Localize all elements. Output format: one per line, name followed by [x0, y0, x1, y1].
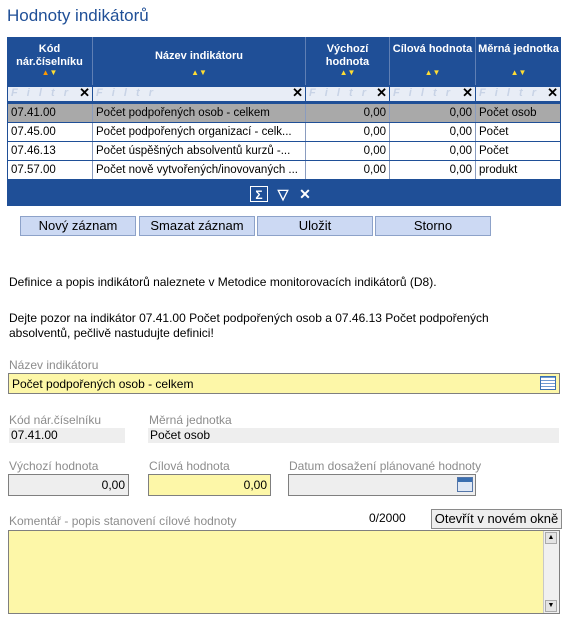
- table-cell: Počet úspěšných absolventů kurzů -...: [93, 142, 306, 160]
- warning-text-line1: Dejte pozor na indikátor 07.41.00 Počet …: [9, 311, 489, 325]
- new-record-button[interactable]: Nový záznam: [20, 216, 136, 236]
- column-header-target-value-label: Cílová hodnota: [392, 43, 473, 55]
- column-header-start-value[interactable]: Výchozí hodnota ▲▼: [306, 37, 390, 85]
- page-title: Hodnoty indikátorů: [7, 6, 149, 25]
- table-cell: Počet podpořených organizací - celk...: [93, 123, 306, 141]
- code-label: Kód nár.číselníku: [9, 413, 102, 427]
- clear-filter-icon[interactable]: ✕: [79, 85, 90, 101]
- table-cell: 0,00: [306, 161, 390, 179]
- code-value: 07.41.00: [9, 428, 125, 443]
- column-header-name[interactable]: Název indikátoru ▲▼: [93, 37, 306, 85]
- table-row[interactable]: 07.45.00 Počet podpořených organizací - c…: [8, 122, 560, 141]
- filter-row: F i l t r ✕ F i l t r ✕ F i l t r ✕ F i l t…: [8, 85, 560, 101]
- table-row[interactable]: 07.57.00 Počet nově vytvořených/inovovaný…: [8, 160, 560, 179]
- table-cell: 07.41.00: [8, 104, 93, 122]
- column-header-unit[interactable]: Měrná jednotka ▲▼: [476, 37, 561, 85]
- column-header-start-value-label: Výchozí hodnota: [325, 43, 370, 68]
- table-cell: 0,00: [306, 104, 390, 122]
- column-header-code[interactable]: Kód nár.číselníku ▲▼: [7, 37, 93, 85]
- filter-icon[interactable]: ▽: [274, 186, 292, 202]
- table-cell: Počet nově vytvořených/inovovaných ...: [93, 161, 306, 179]
- name-value: Počet podpořených osob - celkem: [12, 377, 194, 391]
- target-value-label: Cílová hodnota: [149, 459, 230, 473]
- name-select[interactable]: Počet podpořených osob - celkem: [8, 373, 560, 394]
- calendar-icon[interactable]: [457, 477, 473, 492]
- table-row[interactable]: 07.46.13 Počet úspěšných absolventů kurzů…: [8, 141, 560, 160]
- sort-icon[interactable]: ▲▼: [7, 68, 92, 77]
- filter-placeholder: F i l t r: [11, 87, 71, 99]
- table-cell: 0,00: [306, 142, 390, 160]
- clear-filters-icon[interactable]: ✕: [296, 186, 314, 202]
- indicator-grid: Kód nár.číselníku ▲▼ Název indikátoru ▲▼…: [7, 37, 561, 206]
- sum-icon[interactable]: Σ: [250, 186, 268, 202]
- info-text: Definice a popis indikátorů naleznete v …: [9, 275, 437, 289]
- table-cell: 0,00: [390, 123, 476, 141]
- filter-placeholder: F i l t r: [96, 87, 156, 99]
- clear-filter-icon[interactable]: ✕: [462, 85, 473, 101]
- comment-counter: 0/2000: [369, 511, 406, 525]
- clear-filter-icon[interactable]: ✕: [376, 85, 387, 101]
- cancel-button[interactable]: Storno: [375, 216, 491, 236]
- table-cell: 0,00: [390, 142, 476, 160]
- table-cell: Počet: [479, 145, 509, 157]
- sort-icon[interactable]: ▲▼: [306, 68, 389, 77]
- save-button[interactable]: Uložit: [257, 216, 373, 236]
- table-cell: 0,00: [390, 161, 476, 179]
- unit-label: Měrná jednotka: [149, 413, 232, 427]
- column-header-code-label: Kód nár.číselníku: [16, 43, 83, 68]
- name-label: Název indikátoru: [9, 358, 99, 372]
- filter-name[interactable]: F i l t r ✕: [93, 85, 306, 101]
- comment-label: Komentář - popis stanovení cílové hodnot…: [9, 514, 237, 528]
- table-cell: Počet osob: [479, 107, 537, 119]
- column-header-target-value[interactable]: Cílová hodnota ▲▼: [390, 37, 476, 85]
- start-value-input[interactable]: 0,00: [8, 474, 129, 496]
- column-header-name-label: Název indikátoru: [154, 50, 244, 62]
- table-list-icon[interactable]: [540, 376, 556, 390]
- sort-icon[interactable]: ▲▼: [476, 68, 561, 77]
- start-value-label: Výchozí hodnota: [9, 459, 99, 473]
- unit-value: Počet osob: [148, 428, 559, 443]
- comment-textarea[interactable]: ▲ ▼: [8, 530, 560, 614]
- date-input[interactable]: [288, 474, 476, 496]
- warning-text-line2: absolventů, pečlivě nastudujte definici!: [9, 326, 214, 340]
- table-cell: 0,00: [390, 104, 476, 122]
- filter-target-value[interactable]: F i l t r ✕: [390, 85, 476, 101]
- target-value: 0,00: [243, 478, 267, 492]
- grid-footer: Σ ▽ ✕: [7, 183, 561, 206]
- table-cell: 07.45.00: [8, 123, 93, 141]
- sort-icon[interactable]: ▲▼: [390, 68, 475, 77]
- start-value: 0,00: [101, 478, 125, 492]
- date-label: Datum dosažení plánované hodnoty: [289, 459, 482, 473]
- filter-unit[interactable]: F i l t r ✕: [476, 85, 560, 101]
- scroll-down-icon[interactable]: ▼: [545, 600, 557, 612]
- scroll-up-icon[interactable]: ▲: [545, 532, 557, 544]
- filter-placeholder: F i l t r: [309, 87, 369, 99]
- sort-icon[interactable]: ▲▼: [93, 68, 305, 77]
- clear-filter-icon[interactable]: ✕: [547, 85, 558, 101]
- filter-placeholder: F i l t r: [393, 87, 453, 99]
- column-header-unit-label: Měrná jednotka: [478, 43, 559, 55]
- table-cell: Počet podpořených osob - celkem: [93, 104, 306, 122]
- table-row[interactable]: 07.41.00 Počet podpořených osob - celkem 0…: [8, 103, 560, 122]
- table-cell: produkt: [479, 164, 518, 176]
- table-cell: 07.57.00: [8, 161, 93, 179]
- table-cell: Počet: [479, 126, 509, 138]
- clear-filter-icon[interactable]: ✕: [292, 85, 303, 101]
- filter-start-value[interactable]: F i l t r ✕: [306, 85, 390, 101]
- table-cell: 07.46.13: [8, 142, 93, 160]
- filter-placeholder: F i l t r: [479, 87, 539, 99]
- table-cell: 0,00: [306, 123, 390, 141]
- delete-record-button[interactable]: Smazat záznam: [139, 216, 255, 236]
- target-value-input[interactable]: 0,00: [148, 474, 271, 496]
- open-new-window-button[interactable]: Otevřít v novém okně: [431, 509, 562, 529]
- filter-code[interactable]: F i l t r ✕: [8, 85, 93, 101]
- comment-scrollbar[interactable]: ▲ ▼: [543, 531, 559, 613]
